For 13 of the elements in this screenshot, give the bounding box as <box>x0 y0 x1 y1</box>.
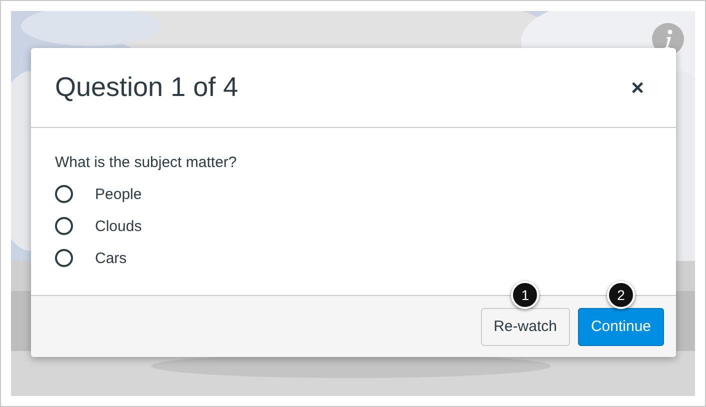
dialog-title: Question 1 of 4 <box>55 72 238 103</box>
continue-button[interactable]: Continue <box>578 308 664 346</box>
callout-badge: 2 <box>606 280 635 308</box>
option-label: People <box>95 186 142 202</box>
option-label: Clouds <box>95 218 142 234</box>
option-label: Cars <box>95 250 127 266</box>
radio-button[interactable] <box>55 249 73 267</box>
question-text: What is the subject matter? <box>55 154 238 171</box>
close-button[interactable]: × <box>627 74 648 100</box>
callout-badge: 1 <box>511 280 540 308</box>
rewatch-button[interactable]: Re-watch <box>480 308 570 346</box>
radio-button[interactable] <box>55 217 73 235</box>
radio-button[interactable] <box>55 185 73 203</box>
